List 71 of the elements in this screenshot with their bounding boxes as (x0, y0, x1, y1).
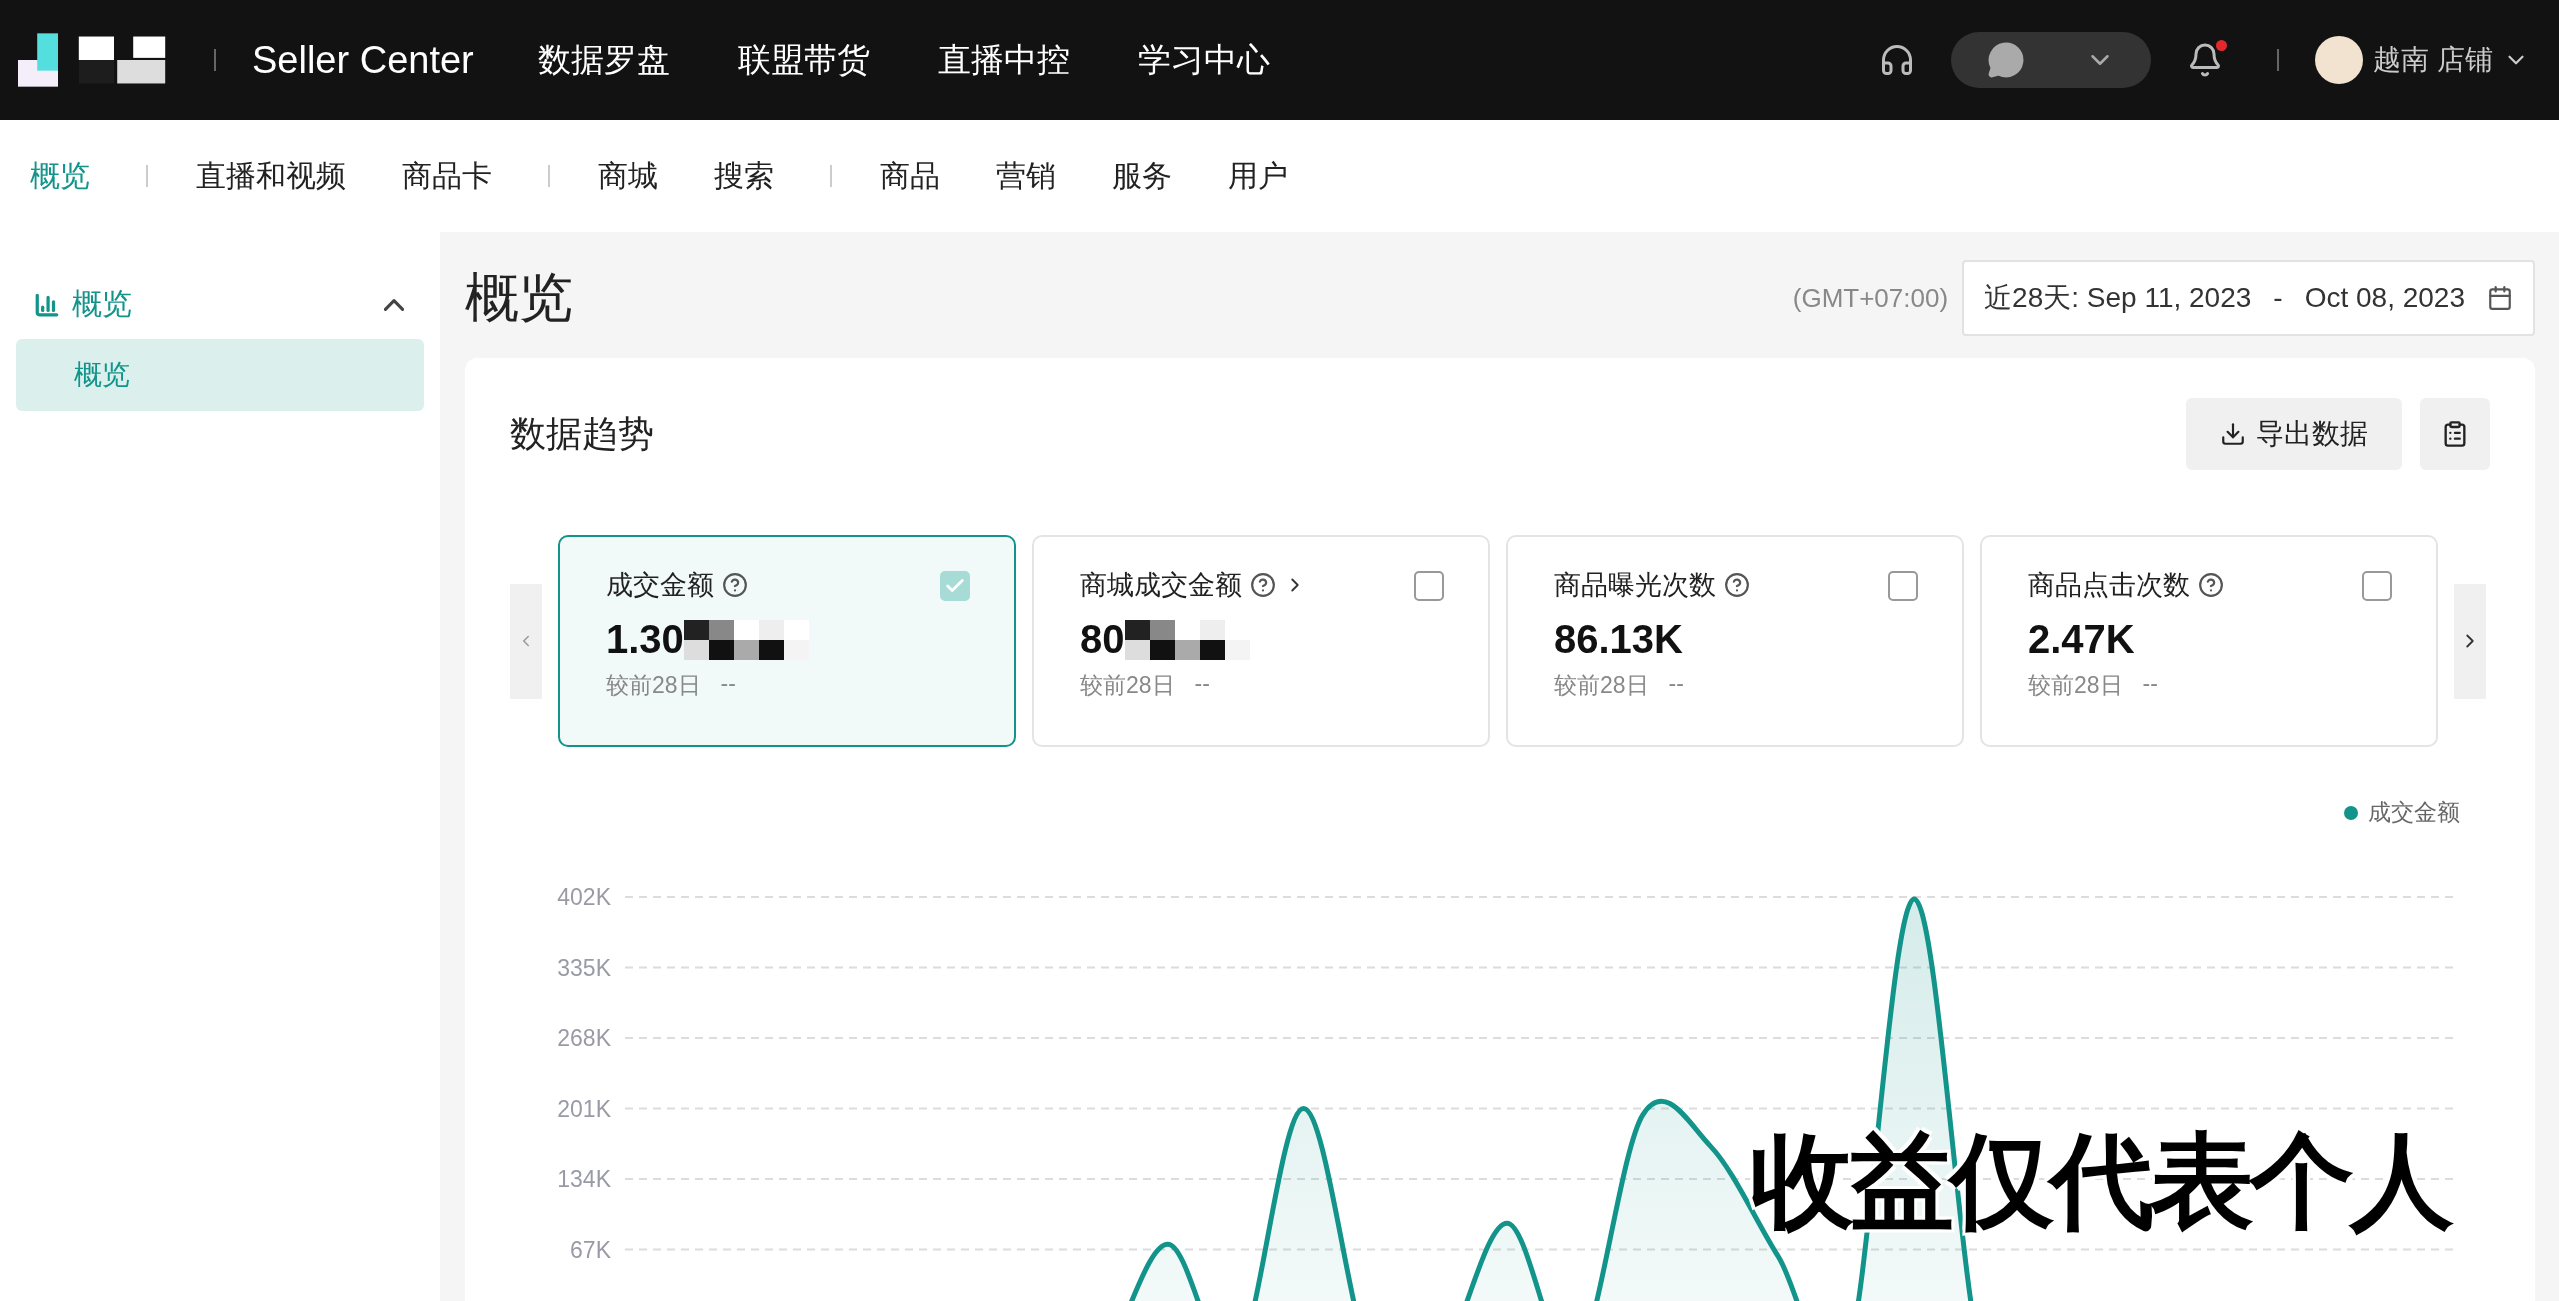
account-menu[interactable]: 越南 店铺 (2315, 36, 2529, 84)
axis-tick-label: 335K (557, 954, 611, 981)
compare-label: 较前28日 (1080, 671, 1175, 700)
date-range-separator: - (2273, 282, 2283, 314)
sub-nav-tab[interactable]: 用户 (1228, 155, 1288, 197)
chat-menu[interactable] (1951, 32, 2152, 88)
axis-tick-label: 134K (557, 1166, 611, 1192)
page-title: 概览 (465, 265, 574, 329)
compare-value: -- (1668, 670, 1684, 698)
sidebar-section-label: 概览 (72, 286, 133, 322)
top-nav-link[interactable]: 直播中控 (937, 37, 1070, 83)
chat-bubble-icon (1987, 41, 2026, 79)
sub-nav-tab[interactable]: 商城 (598, 155, 658, 197)
calendar-icon (2487, 285, 2513, 311)
sub-nav-tab[interactable]: 搜索 (714, 155, 774, 197)
axis-tick-label: 402K (557, 884, 611, 910)
notification-bell-icon[interactable] (2187, 42, 2224, 78)
top-nav-link[interactable]: 数据罗盘 (537, 37, 670, 83)
checkbox[interactable] (2362, 571, 2392, 601)
account-name: 越南 店铺 (2373, 43, 2493, 77)
compare-value: -- (1194, 670, 1210, 698)
download-icon (2220, 421, 2246, 447)
metric-label: 商品点击次数 (2028, 569, 2190, 602)
axis-tick-label: 67K (570, 1236, 611, 1263)
compare-label: 较前28日 (2028, 671, 2123, 700)
legend-label: 成交金额 (2368, 798, 2460, 827)
compare-label: 较前28日 (1554, 671, 1649, 700)
axis-tick-label: 201K (557, 1095, 611, 1122)
top-nav-link[interactable]: 学习中心 (1137, 37, 1270, 83)
date-range-end: Oct 08, 2023 (2304, 282, 2465, 314)
checkbox[interactable] (1888, 571, 1918, 601)
sub-nav-tab[interactable]: 商品卡 (402, 155, 492, 197)
timezone-label: (GMT+07:00) (1792, 282, 1949, 314)
axis-tick-label: 268K (557, 1025, 611, 1051)
metric-label: 成交金额 (606, 569, 714, 602)
compare-value: -- (720, 670, 736, 698)
metric-card[interactable]: 商城成交金额 80 较前28日 -- (1032, 535, 1490, 747)
top-nav-link[interactable]: 联盟带货 (737, 37, 870, 83)
metric-value: 2.47K (2028, 617, 2135, 662)
legend-dot (2344, 805, 2358, 820)
sub-nav-tab[interactable]: 概览 (30, 155, 90, 197)
checkbox[interactable] (940, 571, 970, 601)
sidebar-section[interactable]: 概览 (0, 256, 440, 335)
bar-chart-icon (34, 291, 60, 318)
metric-card[interactable]: 商品曝光次数 86.13K 较前28日 -- (1506, 535, 1964, 747)
help-icon[interactable] (1724, 572, 1750, 598)
sub-nav-tab[interactable]: 营销 (996, 155, 1056, 197)
date-range-field[interactable]: 近28天: Sep 11, 2023 - Oct 08, 2023 (1962, 260, 2535, 336)
metric-label: 商品曝光次数 (1554, 569, 1716, 602)
help-icon[interactable] (2198, 572, 2224, 598)
date-range-start: 近28天: Sep 11, 2023 (1984, 281, 2252, 315)
help-icon[interactable] (1250, 572, 1276, 598)
compare-label: 较前28日 (606, 671, 701, 700)
metric-value: 86.13K (1554, 617, 1683, 662)
metric-label: 商城成交金额 (1080, 569, 1242, 602)
metric-card[interactable]: 商品点击次数 2.47K 较前28日 -- (1980, 535, 2438, 747)
sub-nav-tab[interactable]: 商品 (880, 155, 940, 197)
chevron-up-icon (384, 298, 404, 311)
clipboard-button[interactable] (2420, 398, 2490, 470)
metric-value: 80 (1080, 617, 1125, 662)
metric-value: 1.30 (606, 617, 684, 662)
sub-nav-tab[interactable]: 直播和视频 (196, 155, 346, 197)
export-button[interactable]: 导出数据 (2186, 398, 2402, 470)
section-title: 数据趋势 (510, 411, 655, 456)
checkbox[interactable] (1414, 571, 1444, 601)
metric-card[interactable]: 成交金额 1.30 较前28日 -- (558, 535, 1016, 747)
sub-nav-tab[interactable]: 服务 (1112, 155, 1172, 197)
help-icon[interactable] (722, 572, 748, 598)
brand-title: Seller Center (252, 38, 474, 82)
avatar (2315, 36, 2364, 84)
compare-value: -- (2142, 670, 2158, 698)
